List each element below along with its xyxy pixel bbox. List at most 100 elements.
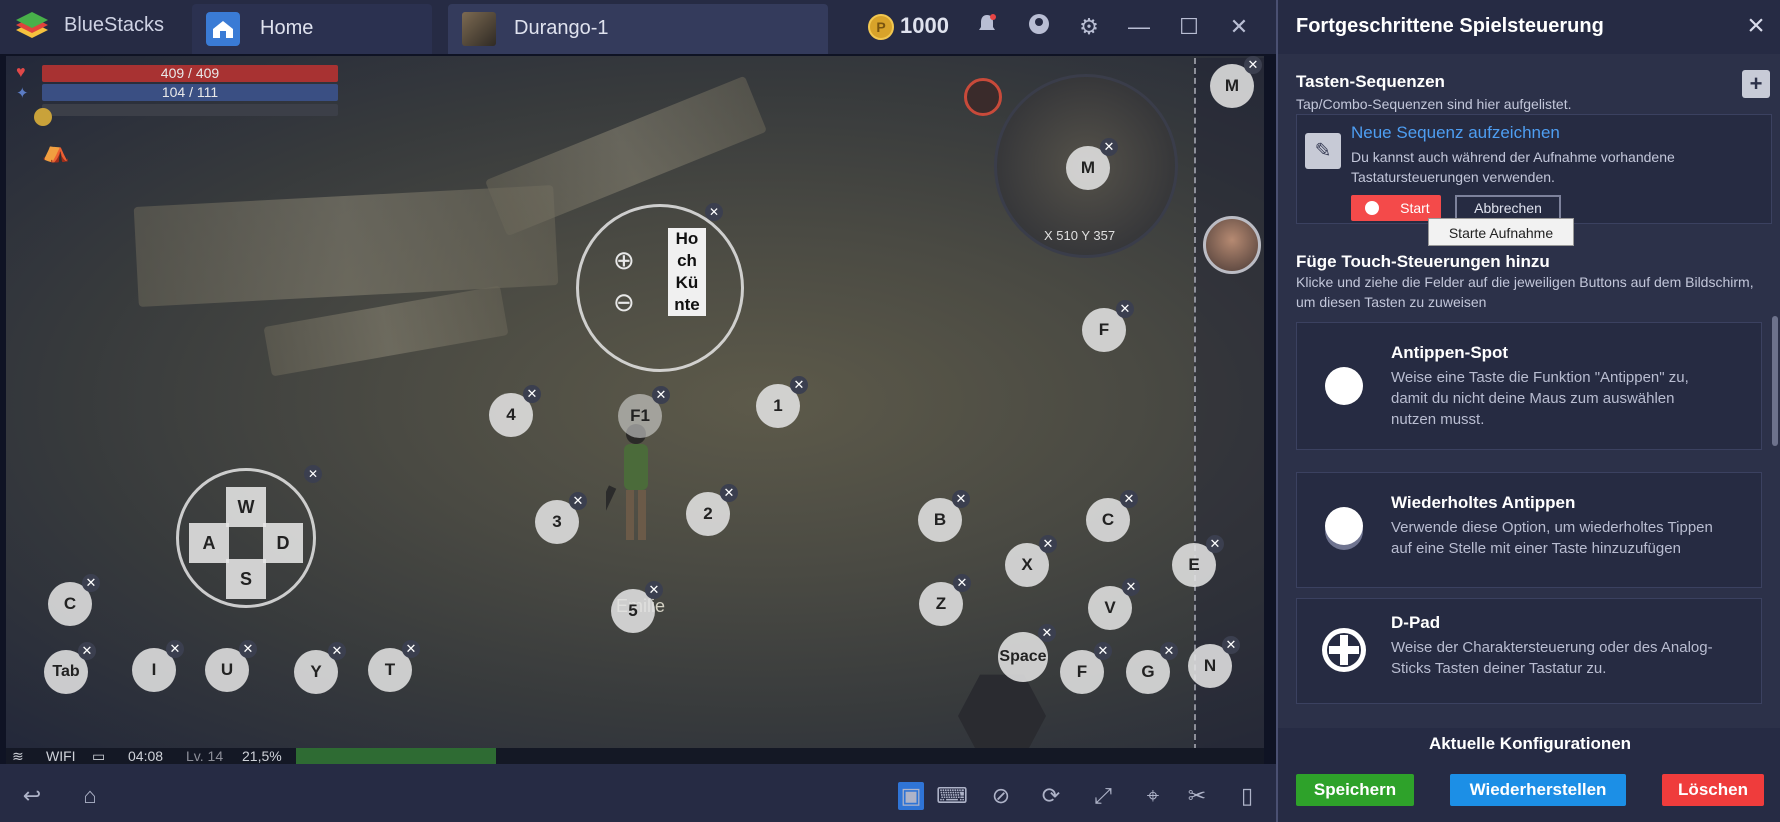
minimize-icon[interactable]: —: [1124, 12, 1154, 42]
remove-icon[interactable]: ✕: [1206, 535, 1224, 553]
xp-percent: 21,5%: [242, 748, 282, 764]
remove-icon[interactable]: ✕: [569, 492, 587, 510]
remove-icon[interactable]: ✕: [328, 642, 346, 660]
add-sequence-button[interactable]: +: [1742, 70, 1770, 98]
remove-icon[interactable]: ✕: [790, 376, 808, 394]
restore-button[interactable]: Wiederherstellen: [1450, 774, 1626, 806]
key-c-right[interactable]: C ✕: [1086, 490, 1138, 542]
panel-scrollbar[interactable]: [1772, 316, 1778, 446]
remove-icon[interactable]: ✕: [1122, 578, 1140, 596]
dpad-close-icon[interactable]: ✕: [304, 465, 322, 483]
key-tab[interactable]: Tab ✕: [44, 642, 96, 694]
remove-icon[interactable]: ✕: [645, 581, 663, 599]
remove-icon[interactable]: ✕: [953, 574, 971, 592]
remove-icon[interactable]: ✕: [952, 490, 970, 508]
remove-icon[interactable]: ✕: [239, 640, 257, 658]
card-tap-spot[interactable]: Antippen-Spot Weise eine Taste die Funkt…: [1296, 322, 1762, 450]
key-f-lower[interactable]: F ✕: [1060, 642, 1112, 694]
key-g[interactable]: G ✕: [1126, 642, 1178, 694]
wifi-icon: ≋: [12, 748, 24, 764]
remove-icon[interactable]: ✕: [78, 642, 96, 660]
delete-button[interactable]: Löschen: [1662, 774, 1764, 806]
key-t[interactable]: T ✕: [368, 640, 420, 692]
key-y[interactable]: Y ✕: [294, 642, 346, 694]
phone-icon[interactable]: ▯: [1232, 782, 1262, 810]
fullscreen-icon[interactable]: ⤢: [1088, 782, 1118, 810]
dpad[interactable]: W A D S ✕: [176, 465, 322, 608]
tab-home[interactable]: Home: [192, 4, 432, 54]
key-2[interactable]: 2 ✕: [686, 484, 738, 536]
panel-title: Fortgeschrittene Spielsteuerung: [1296, 15, 1604, 37]
home-icon: [206, 12, 240, 46]
card-repeated-tap[interactable]: Wiederholtes Antippen Verwende diese Opt…: [1296, 472, 1762, 588]
key-i[interactable]: I ✕: [132, 640, 184, 692]
dpad-right[interactable]: D: [263, 523, 303, 563]
bell-icon[interactable]: [972, 12, 1002, 42]
key-c-left[interactable]: C ✕: [48, 574, 100, 626]
key-u[interactable]: U ✕: [205, 640, 257, 692]
remove-icon[interactable]: ✕: [82, 574, 100, 592]
key-m-minimap[interactable]: M ✕: [1066, 138, 1118, 190]
keyboard-icon[interactable]: ⌨: [930, 782, 974, 810]
remove-icon[interactable]: ✕: [1094, 642, 1112, 660]
new-sequence-link[interactable]: Neue Sequenz aufzeichnen: [1351, 123, 1560, 143]
remove-icon[interactable]: ✕: [1244, 56, 1262, 74]
attack-hex-button[interactable]: [958, 674, 1046, 748]
dpad-left[interactable]: A: [189, 523, 229, 563]
gear-icon[interactable]: ⚙: [1074, 12, 1104, 42]
tab-durango[interactable]: Durango-1: [448, 4, 828, 54]
avatar[interactable]: [1203, 216, 1261, 274]
key-f-upper[interactable]: F ✕: [1082, 300, 1134, 352]
compass-icon[interactable]: [964, 78, 1002, 116]
account-icon[interactable]: [1024, 12, 1054, 42]
key-x[interactable]: X ✕: [1005, 535, 1057, 587]
key-e[interactable]: E ✕: [1172, 535, 1224, 587]
panel-close-icon[interactable]: ×: [1740, 10, 1772, 42]
game-thumbnail: [462, 12, 496, 46]
remove-icon[interactable]: ✕: [720, 484, 738, 502]
wooden-plank: [263, 285, 509, 377]
bottom-toolbar: ↩ ⌂ ▣ ⌨ ⊘ ⟳ ⤢ ⌖ ✂ ▯: [0, 764, 1276, 822]
remove-icon[interactable]: ✕: [1116, 300, 1134, 318]
key-3[interactable]: 3 ✕: [535, 492, 587, 544]
remove-icon[interactable]: ✕: [1160, 642, 1178, 660]
remove-icon[interactable]: ✕: [1039, 535, 1057, 553]
close-icon[interactable]: ✕: [1224, 12, 1254, 42]
key-v[interactable]: V ✕: [1088, 578, 1140, 630]
key-b[interactable]: B ✕: [918, 490, 970, 542]
remove-icon[interactable]: ✕: [652, 386, 670, 404]
key-m-top[interactable]: M ✕: [1210, 56, 1262, 108]
home-icon[interactable]: ⌂: [68, 782, 112, 810]
remove-icon[interactable]: ✕: [1120, 490, 1138, 508]
key-1[interactable]: 1 ✕: [756, 376, 808, 428]
card-dpad[interactable]: D-Pad Weise der Charaktersteuerung oder …: [1296, 598, 1762, 704]
key-z[interactable]: Z ✕: [919, 574, 971, 626]
remove-icon[interactable]: ✕: [1038, 624, 1056, 642]
key-4[interactable]: 4 ✕: [489, 385, 541, 437]
remove-icon[interactable]: ✕: [1100, 138, 1118, 156]
screen-rotate-icon[interactable]: ⟳: [1036, 782, 1066, 810]
back-icon[interactable]: ↩: [10, 782, 54, 810]
location-icon[interactable]: ⌖: [1138, 782, 1168, 810]
key-f1[interactable]: F1 ✕: [618, 386, 670, 438]
key-space[interactable]: Space ✕: [998, 624, 1056, 682]
zoom-control[interactable]: ⊕ ⊖ ✕: [576, 203, 744, 372]
remove-icon[interactable]: ✕: [402, 640, 420, 658]
eye-off-icon[interactable]: ⊘: [986, 782, 1016, 810]
dpad-down[interactable]: S: [226, 559, 266, 599]
magic-wand-icon: ✎: [1305, 133, 1341, 169]
keymap-icon[interactable]: ▣: [898, 782, 924, 810]
maximize-icon[interactable]: ☐: [1174, 12, 1204, 42]
sequences-title: Tasten-Sequenzen: [1296, 72, 1445, 91]
heart-icon: ♥: [16, 64, 26, 81]
game-viewport[interactable]: ♥ 409 / 409 ✦ 104 / 111 ⛺ X 510 Y 357 ⊕ …: [0, 54, 1276, 764]
remove-icon[interactable]: ✕: [1222, 636, 1240, 654]
remove-icon[interactable]: ✕: [166, 640, 184, 658]
dpad-up[interactable]: W: [226, 487, 266, 527]
save-button[interactable]: Speichern: [1296, 774, 1414, 806]
key-n[interactable]: N ✕: [1188, 636, 1240, 688]
remove-icon[interactable]: ✕: [523, 385, 541, 403]
scissors-icon[interactable]: ✂: [1182, 782, 1212, 810]
key-5[interactable]: 5 ✕: [611, 581, 663, 633]
zoom-close-icon[interactable]: ✕: [705, 203, 723, 221]
